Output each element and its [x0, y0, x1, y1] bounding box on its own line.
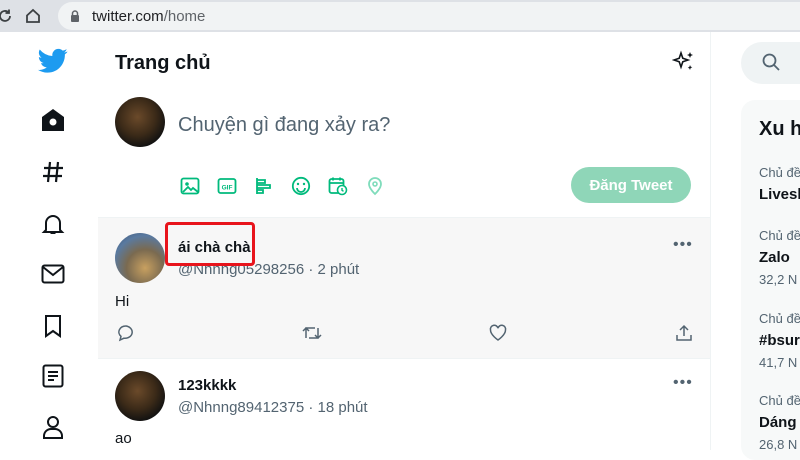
share-icon[interactable]	[673, 322, 695, 344]
schedule-icon[interactable]	[326, 174, 350, 198]
tweet-actions	[115, 322, 695, 344]
compose-toolbar: GIF	[178, 174, 387, 198]
reply-icon[interactable]	[115, 322, 137, 344]
search-icon[interactable]	[761, 52, 781, 72]
avatar[interactable]	[115, 233, 165, 283]
location-icon[interactable]	[363, 174, 387, 198]
address-bar[interactable]: twitter.com/home	[58, 2, 800, 30]
messages-envelope-icon[interactable]	[38, 259, 68, 289]
more-options-icon[interactable]: •••	[673, 236, 693, 254]
trend-name: Dáng	[759, 414, 797, 431]
page-title: Trang chủ	[115, 52, 211, 74]
trend-name: Livesh	[759, 186, 800, 203]
url-text: twitter.com/home	[92, 7, 206, 25]
gif-icon[interactable]: GIF	[215, 174, 239, 198]
trend-category: Chủ đề	[759, 393, 800, 408]
tweet-handle[interactable]: @Nhnng89412375	[178, 399, 304, 416]
compose-input[interactable]: Chuyện gì đang xảy ra?	[178, 114, 390, 137]
trend-name: Zalo	[759, 249, 790, 266]
trend-count: 41,7 N	[759, 355, 798, 370]
trend-item[interactable]: Chủ đề #bsur 41,7 N	[759, 311, 800, 370]
sparkle-icon[interactable]	[671, 50, 696, 74]
divider	[710, 32, 711, 450]
trend-item[interactable]: Chủ đề Zalo 32,2 N	[759, 228, 800, 287]
avatar[interactable]	[115, 371, 165, 421]
tweet-text: Hi	[115, 293, 130, 310]
like-heart-icon[interactable]	[487, 322, 509, 344]
reload-icon[interactable]	[0, 5, 16, 27]
tweet-time[interactable]: 2 phút	[318, 261, 360, 278]
tweet-meta: @Nhnng89412375 · 18 phút	[178, 399, 368, 416]
tweet-text: ao	[115, 430, 132, 447]
profile-icon[interactable]	[38, 412, 68, 442]
retweet-icon[interactable]	[301, 322, 323, 344]
home-icon[interactable]	[38, 105, 68, 135]
browser-toolbar: twitter.com/home	[0, 0, 800, 32]
more-options-icon[interactable]: •••	[673, 374, 693, 392]
trend-category: Chủ đề	[759, 311, 800, 326]
left-nav	[0, 32, 98, 450]
bookmarks-icon[interactable]	[38, 311, 68, 341]
lock-icon	[71, 10, 79, 22]
twitter-logo-icon[interactable]	[38, 46, 68, 76]
tweet-author-name[interactable]: 123kkkk	[178, 377, 236, 394]
trend-category: Chủ đề	[759, 228, 800, 243]
trend-item[interactable]: Chủ đề Dáng 26,8 N	[759, 393, 800, 452]
lists-icon[interactable]	[38, 361, 68, 391]
notifications-bell-icon[interactable]	[38, 209, 68, 239]
image-icon[interactable]	[178, 174, 202, 198]
trend-count: 32,2 N	[759, 272, 798, 287]
annotation-highlight-box	[165, 222, 255, 266]
svg-text:GIF: GIF	[222, 185, 233, 192]
poll-icon[interactable]	[252, 174, 276, 198]
trend-category: Chủ đề	[759, 165, 800, 180]
avatar[interactable]	[115, 97, 165, 147]
explore-hashtag-icon[interactable]	[38, 157, 68, 187]
emoji-icon[interactable]	[289, 174, 313, 198]
trend-item[interactable]: Chủ đề Livesh	[759, 165, 800, 203]
tweet-button[interactable]: Đăng Tweet	[571, 167, 691, 203]
dot-separator: ·	[308, 399, 314, 416]
trend-name: #bsur	[759, 332, 800, 349]
dot-separator: ·	[308, 261, 314, 278]
browser-home-icon[interactable]	[22, 5, 44, 27]
tweet-time[interactable]: 18 phút	[318, 399, 368, 416]
tweet-item[interactable]: 123kkkk @Nhnng89412375 · 18 phút ••• ao	[98, 359, 710, 450]
trends-title: Xu h	[759, 118, 800, 140]
